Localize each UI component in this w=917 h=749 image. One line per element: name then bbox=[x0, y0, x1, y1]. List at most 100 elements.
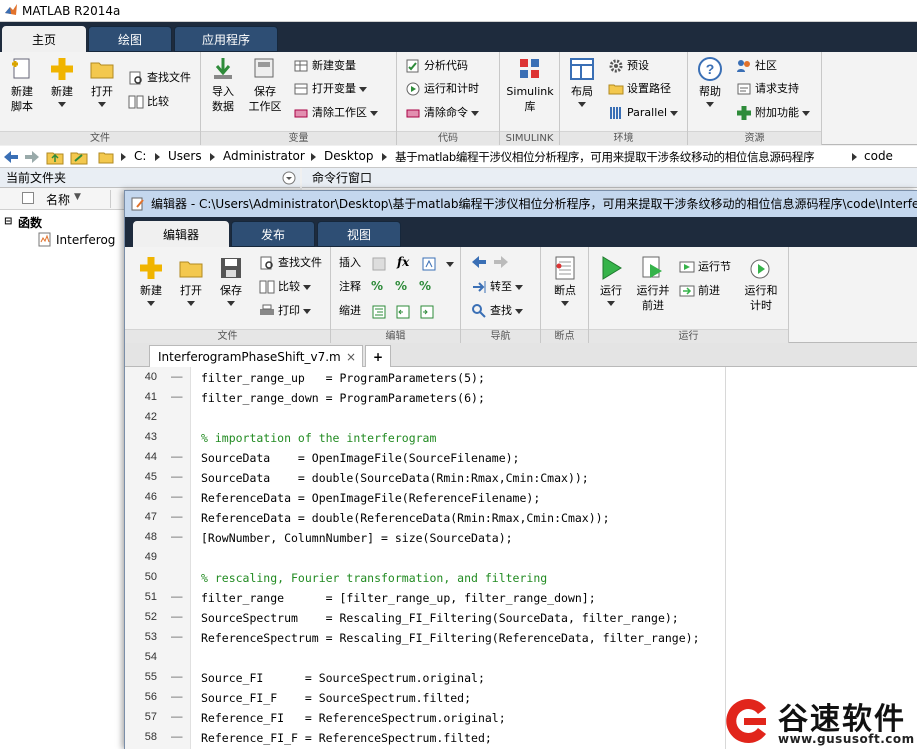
editor-new-button[interactable]: 新建 bbox=[133, 255, 169, 306]
analyze-code-button[interactable]: 分析代码 bbox=[405, 56, 468, 76]
run-button[interactable]: 运行 bbox=[593, 255, 629, 306]
tab-editor[interactable]: 编辑器 bbox=[133, 221, 229, 247]
code-line[interactable]: SourceSpectrum = Rescaling_FI_Filtering(… bbox=[201, 611, 679, 625]
code-line[interactable]: filter_range = [filter_range_up, filter_… bbox=[201, 591, 596, 605]
column-name[interactable]: 名称 bbox=[46, 191, 70, 208]
fx-button[interactable]: fx bbox=[397, 255, 409, 269]
code-line[interactable]: % rescaling, Fourier transformation, and… bbox=[201, 571, 547, 585]
breakpoint-marker[interactable]: — bbox=[171, 491, 183, 503]
request-support-button[interactable]: 请求支持 bbox=[736, 79, 799, 99]
insert-dropdown[interactable] bbox=[446, 262, 454, 267]
breakpoint-marker[interactable]: — bbox=[171, 511, 183, 523]
wrap-comment-icon[interactable]: % bbox=[419, 279, 431, 293]
breakpoint-marker[interactable]: — bbox=[171, 471, 183, 483]
help-button[interactable]: ? 帮助 bbox=[694, 56, 726, 107]
community-button[interactable]: 社区 bbox=[736, 56, 777, 76]
code-line[interactable]: Source_FI = SourceSpectrum.original; bbox=[201, 671, 485, 685]
breakpoint-marker[interactable]: — bbox=[171, 591, 183, 603]
save-workspace-button[interactable]: 保存 工作区 bbox=[245, 56, 285, 114]
clear-commands-button[interactable]: 清除命令 bbox=[405, 103, 479, 123]
new-variable-button[interactable]: 新建变量 bbox=[293, 56, 356, 76]
smart-indent-icon[interactable] bbox=[371, 304, 387, 320]
path-segment-c[interactable]: C: bbox=[134, 149, 146, 163]
decrease-indent-icon[interactable] bbox=[395, 304, 411, 320]
find-files-button[interactable]: 查找文件 bbox=[128, 68, 191, 88]
code-line[interactable]: [RowNumber, ColumnNumber] = size(SourceD… bbox=[201, 531, 513, 545]
editor-open-button[interactable]: 打开 bbox=[173, 255, 209, 306]
insert-function-icon[interactable] bbox=[421, 256, 437, 272]
path-segment-project[interactable]: 基于matlab编程干涉仪相位分析程序，可用来提取干涉条纹移动的相位信息源码程序 bbox=[395, 149, 815, 165]
breakpoints-button[interactable]: 断点 bbox=[545, 255, 585, 306]
preferences-button[interactable]: 预设 bbox=[608, 56, 649, 76]
goto-button[interactable]: 转至 bbox=[471, 277, 523, 297]
simulink-library-button[interactable]: Simulink 库 bbox=[504, 56, 556, 114]
breakpoint-marker[interactable]: — bbox=[171, 711, 183, 723]
up-folder-icon[interactable] bbox=[46, 149, 64, 165]
code-line[interactable]: Reference_FI = ReferenceSpectrum.origina… bbox=[201, 711, 506, 725]
find-button[interactable]: 查找 bbox=[471, 301, 523, 321]
editor-save-button[interactable]: 保存 bbox=[213, 255, 249, 306]
run-and-time-editor-button[interactable]: 运行和 计时 bbox=[739, 255, 783, 313]
breakpoint-marker[interactable]: — bbox=[171, 691, 183, 703]
path-segment-desktop[interactable]: Desktop bbox=[324, 149, 374, 163]
tab-view[interactable]: 视图 bbox=[317, 221, 401, 247]
new-button[interactable]: 新建 bbox=[44, 56, 80, 107]
file-tab[interactable]: InterferogramPhaseShift_v7.m × bbox=[149, 345, 363, 367]
back-arrow-icon[interactable] bbox=[3, 150, 19, 164]
code-line[interactable]: Reference_FI_F = ReferenceSpectrum.filte… bbox=[201, 731, 492, 745]
breakpoint-marker[interactable]: — bbox=[171, 391, 183, 403]
tab-plots[interactable]: 绘图 bbox=[88, 26, 172, 52]
close-tab-icon[interactable]: × bbox=[346, 346, 356, 368]
set-path-button[interactable]: 设置路径 bbox=[608, 79, 671, 99]
comment-icon[interactable]: % bbox=[371, 279, 383, 293]
comment-button[interactable]: 注释 bbox=[339, 277, 361, 297]
run-and-advance-button[interactable]: 运行并 前进 bbox=[633, 255, 673, 313]
collapse-toggle[interactable]: ⊟ bbox=[4, 216, 12, 227]
panel-menu-icon[interactable] bbox=[282, 171, 296, 185]
editor-find-files-button[interactable]: 查找文件 bbox=[259, 253, 322, 273]
insert-section-icon[interactable] bbox=[371, 256, 387, 272]
select-all-checkbox[interactable] bbox=[22, 192, 34, 204]
breakpoint-marker[interactable]: — bbox=[171, 671, 183, 683]
clear-workspace-button[interactable]: 清除工作区 bbox=[293, 103, 378, 123]
breakpoint-marker[interactable]: — bbox=[171, 611, 183, 623]
tab-publish[interactable]: 发布 bbox=[231, 221, 315, 247]
compare-button[interactable]: 比较 bbox=[128, 92, 169, 112]
breakpoint-marker[interactable]: — bbox=[171, 631, 183, 643]
code-line[interactable]: SourceData = double(SourceData(Rmin:Rmax… bbox=[201, 471, 589, 485]
advance-button[interactable]: 前进 bbox=[679, 281, 720, 301]
path-segment-administrator[interactable]: Administrator bbox=[223, 149, 305, 163]
code-line[interactable]: ReferenceData = OpenImageFile(ReferenceF… bbox=[201, 491, 540, 505]
editor-print-button[interactable]: 打印 bbox=[259, 301, 311, 321]
add-ons-button[interactable]: 附加功能 bbox=[736, 103, 810, 123]
nav-back-icon[interactable] bbox=[471, 255, 487, 269]
run-section-button[interactable]: 运行节 bbox=[679, 257, 731, 277]
uncomment-icon[interactable]: % bbox=[395, 279, 407, 293]
path-segment-code[interactable]: code bbox=[864, 149, 893, 163]
indent-button[interactable]: 缩进 bbox=[339, 301, 361, 321]
code-line[interactable]: filter_range_down = ProgramParameters(6)… bbox=[201, 391, 485, 405]
new-script-button[interactable]: 新建 脚本 bbox=[4, 56, 40, 114]
list-item[interactable]: Interferog bbox=[56, 233, 115, 247]
increase-indent-icon[interactable] bbox=[419, 304, 435, 320]
path-segment-users[interactable]: Users bbox=[168, 149, 202, 163]
open-button[interactable]: 打开 bbox=[84, 56, 120, 107]
breakpoint-marker[interactable]: — bbox=[171, 451, 183, 463]
code-line[interactable]: filter_range_up = ProgramParameters(5); bbox=[201, 371, 485, 385]
nav-forward-icon[interactable] bbox=[493, 255, 509, 269]
breakpoint-marker[interactable]: — bbox=[171, 531, 183, 543]
code-line[interactable]: % importation of the interferogram bbox=[201, 431, 436, 445]
column-divider[interactable] bbox=[110, 190, 111, 208]
import-data-button[interactable]: 导入 数据 bbox=[207, 56, 239, 114]
insert-button[interactable]: 插入 bbox=[339, 253, 361, 273]
breakpoint-marker[interactable]: — bbox=[171, 731, 183, 743]
root-folder-icon[interactable] bbox=[98, 149, 114, 165]
code-line[interactable]: ReferenceSpectrum = Rescaling_FI_Filteri… bbox=[201, 631, 700, 645]
open-variable-button[interactable]: 打开变量 bbox=[293, 79, 367, 99]
code-line[interactable]: SourceData = OpenImageFile(SourceFilenam… bbox=[201, 451, 520, 465]
forward-arrow-icon[interactable] bbox=[24, 150, 40, 164]
code-line[interactable]: ReferenceData = double(ReferenceData(Rmi… bbox=[201, 511, 610, 525]
parallel-button[interactable]: Parallel bbox=[608, 103, 679, 123]
breakpoint-marker[interactable]: — bbox=[171, 371, 183, 383]
browse-folder-icon[interactable] bbox=[70, 149, 88, 165]
